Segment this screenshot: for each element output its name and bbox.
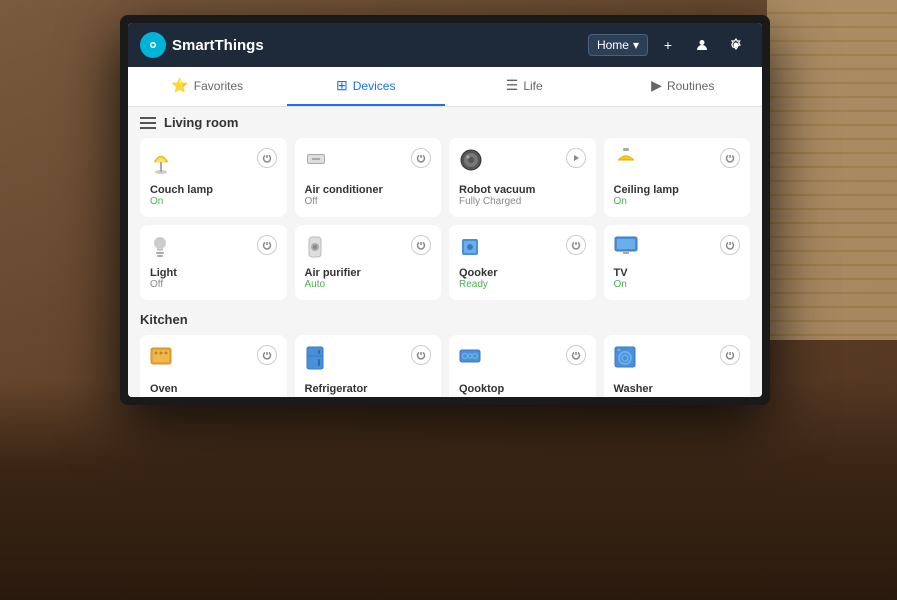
light-status: Off xyxy=(150,279,277,290)
main-content: Living room xyxy=(128,107,762,397)
light-icon xyxy=(150,235,170,263)
tab-life[interactable]: ☰ Life xyxy=(445,67,604,106)
robot-vacuum-status: Fully Charged xyxy=(459,196,586,207)
home-selector[interactable]: Home ▾ xyxy=(588,34,648,56)
user-button[interactable] xyxy=(688,31,716,59)
header-controls: Home ▾ + xyxy=(588,31,750,59)
device-card-air-conditioner[interactable]: Air conditioner Off xyxy=(295,138,442,217)
device-card-oven[interactable]: Oven xyxy=(140,335,287,397)
device-card-washer[interactable]: Washer xyxy=(604,335,751,397)
air-conditioner-power-button[interactable] xyxy=(411,148,431,168)
brand-logo xyxy=(140,32,166,58)
washer-name: Washer xyxy=(614,383,741,395)
couch-lamp-name: Couch lamp xyxy=(150,184,277,196)
kitchen-header: Kitchen xyxy=(140,312,750,327)
add-button[interactable]: + xyxy=(654,31,682,59)
device-card-robot-vacuum[interactable]: Robot vacuum Fully Charged xyxy=(449,138,596,217)
table-foreground xyxy=(0,380,897,600)
device-card-ceiling-lamp[interactable]: Ceiling lamp On xyxy=(604,138,751,217)
robot-vacuum-play-button[interactable] xyxy=(566,148,586,168)
tab-routines[interactable]: ▶ Routines xyxy=(604,67,763,106)
tab-devices[interactable]: ⊞ Devices xyxy=(287,67,446,106)
refrigerator-power-button[interactable] xyxy=(411,345,431,365)
tv-name: TV xyxy=(614,267,741,279)
air-conditioner-name: Air conditioner xyxy=(305,184,432,196)
tab-devices-label: Devices xyxy=(353,79,396,93)
ceiling-lamp-icon xyxy=(614,148,638,174)
dropdown-arrow-icon: ▾ xyxy=(633,38,639,52)
tab-routines-label: Routines xyxy=(667,79,714,93)
kitchen-title: Kitchen xyxy=(140,312,188,327)
add-icon: + xyxy=(664,37,672,53)
device-card-qooktop[interactable]: Qooktop xyxy=(449,335,596,397)
ceiling-lamp-name: Ceiling lamp xyxy=(614,184,741,196)
app-header: SmartThings Home ▾ + xyxy=(128,23,762,67)
air-purifier-status: Auto xyxy=(305,279,432,290)
qooktop-power-button[interactable] xyxy=(566,345,586,365)
tab-favorites[interactable]: ⭐ Favorites xyxy=(128,67,287,106)
tv-power-button[interactable] xyxy=(720,235,740,255)
oven-name: Oven xyxy=(150,383,277,395)
nav-tabs: ⭐ Favorites ⊞ Devices ☰ Life ▶ Routines xyxy=(128,67,762,107)
qooker-icon xyxy=(459,235,481,263)
kitchen-grid: Oven xyxy=(140,335,750,397)
qooker-power-button[interactable] xyxy=(566,235,586,255)
air-purifier-icon xyxy=(305,235,325,263)
living-room-title: Living room xyxy=(164,115,238,130)
qooker-name: Qooker xyxy=(459,267,586,279)
air-conditioner-status: Off xyxy=(305,196,432,207)
qooktop-icon xyxy=(459,345,481,371)
living-room-grid: Couch lamp On xyxy=(140,138,750,300)
washer-power-button[interactable] xyxy=(720,345,740,365)
oven-power-button[interactable] xyxy=(257,345,277,365)
air-conditioner-icon xyxy=(305,148,327,174)
light-power-button[interactable] xyxy=(257,235,277,255)
air-purifier-name: Air purifier xyxy=(305,267,432,279)
home-label: Home xyxy=(597,38,629,52)
tab-life-label: Life xyxy=(523,79,542,93)
refrigerator-icon xyxy=(305,345,325,375)
life-icon: ☰ xyxy=(506,77,519,94)
brand-area: SmartThings xyxy=(140,32,264,58)
menu-icon[interactable] xyxy=(140,117,156,129)
refrigerator-name: Refrigerator xyxy=(305,383,432,395)
tv-frame: SmartThings Home ▾ + xyxy=(120,15,770,405)
favorites-icon: ⭐ xyxy=(171,77,188,94)
robot-vacuum-icon xyxy=(459,148,483,176)
tv-status: On xyxy=(614,279,741,290)
air-purifier-power-button[interactable] xyxy=(411,235,431,255)
device-card-light[interactable]: Light Off xyxy=(140,225,287,300)
qooktop-name: Qooktop xyxy=(459,383,586,395)
tv-device-icon xyxy=(614,235,638,259)
brand-name: SmartThings xyxy=(172,37,264,54)
tv-screen: SmartThings Home ▾ + xyxy=(128,23,762,397)
ceiling-lamp-status: On xyxy=(614,196,741,207)
oven-icon xyxy=(150,345,172,371)
window-blinds xyxy=(767,0,897,340)
couch-lamp-status: On xyxy=(150,196,277,207)
ceiling-lamp-power-button[interactable] xyxy=(720,148,740,168)
light-name: Light xyxy=(150,267,277,279)
robot-vacuum-name: Robot vacuum xyxy=(459,184,586,196)
washer-icon xyxy=(614,345,636,373)
qooker-status: Ready xyxy=(459,279,586,290)
settings-button[interactable] xyxy=(722,31,750,59)
tab-favorites-label: Favorites xyxy=(194,79,243,93)
device-card-tv[interactable]: TV On xyxy=(604,225,751,300)
device-card-refrigerator[interactable]: Refrigerator xyxy=(295,335,442,397)
couch-lamp-power-button[interactable] xyxy=(257,148,277,168)
routines-icon: ▶ xyxy=(651,77,662,94)
device-card-air-purifier[interactable]: Air purifier Auto xyxy=(295,225,442,300)
devices-icon: ⊞ xyxy=(336,77,348,94)
device-card-couch-lamp[interactable]: Couch lamp On xyxy=(140,138,287,217)
couch-lamp-icon xyxy=(150,148,172,180)
device-card-qooker[interactable]: Qooker Ready xyxy=(449,225,596,300)
living-room-header: Living room xyxy=(140,115,750,130)
